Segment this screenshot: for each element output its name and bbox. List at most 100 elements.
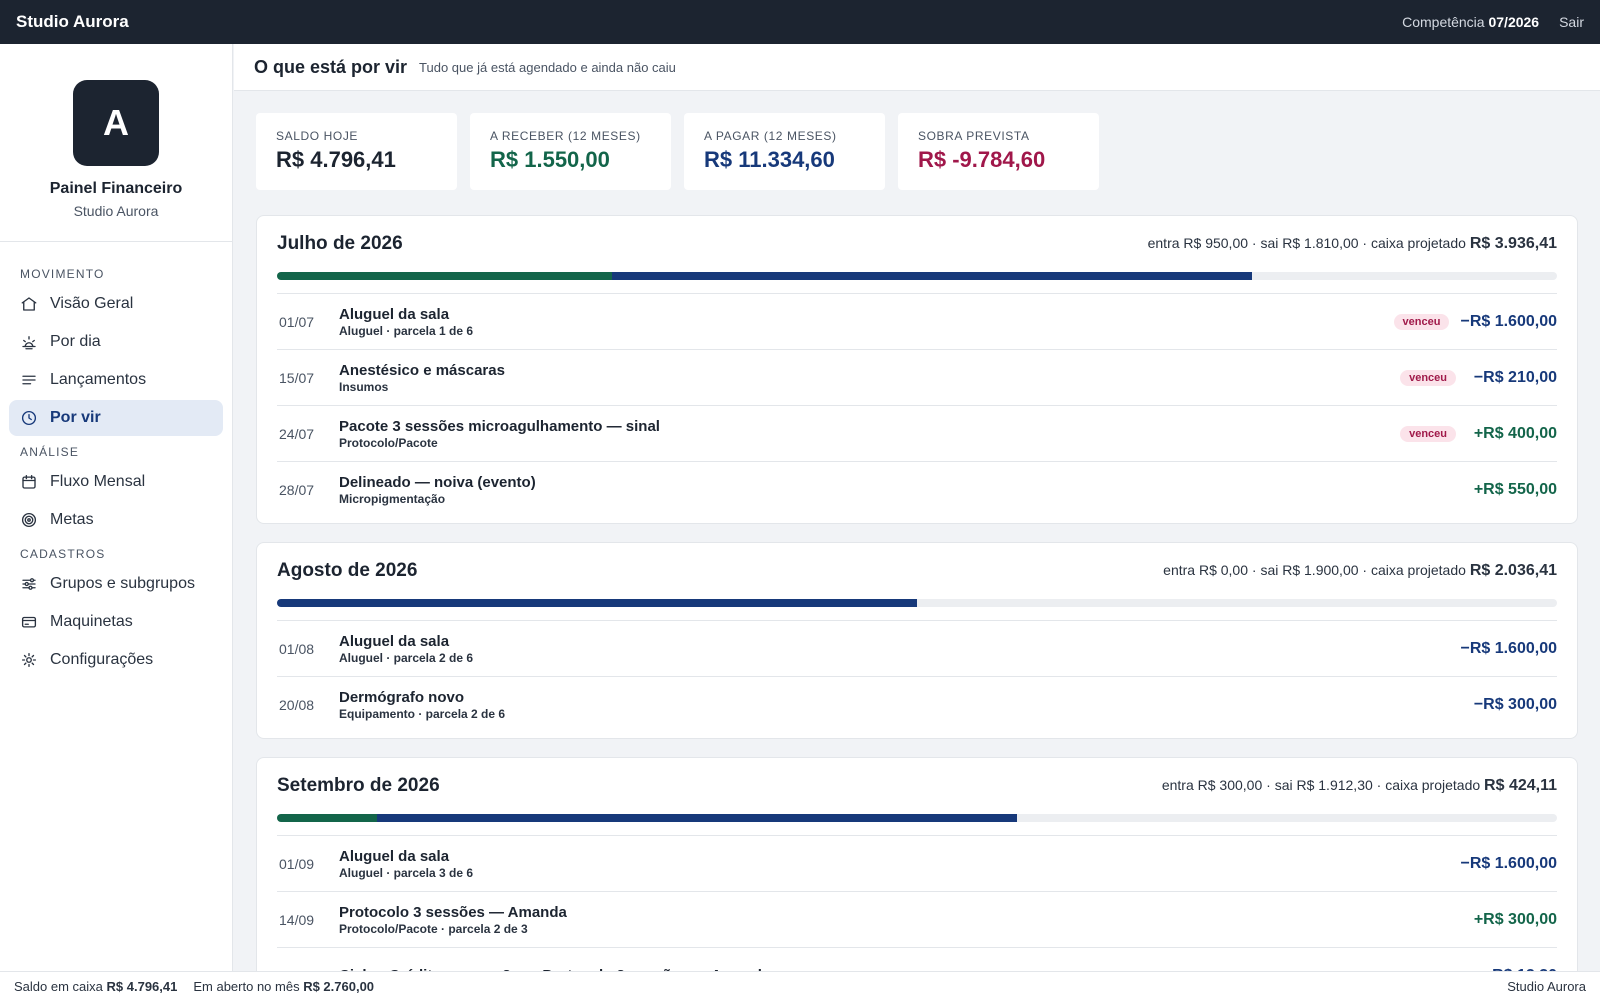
item-title: Aluguel da sala [339, 847, 450, 865]
sidebar-item-por-vir[interactable]: Por vir [9, 400, 223, 436]
month-title: Agosto de 2026 [277, 560, 418, 581]
page-title: O que está por vir [254, 56, 408, 77]
list-item[interactable]: 24/07 Pacote 3 sessões microagulhamento —… [277, 405, 1557, 461]
stat-card: A PAGAR (12 MESES) R$ 11.334,60 [684, 113, 885, 190]
stat-value: R$ -9.784,60 [918, 147, 1046, 172]
footer-saldo-value: R$ 4.796,41 [106, 978, 178, 994]
item-date: 01/09 [279, 855, 315, 872]
item-date: 01/08 [279, 640, 315, 657]
month-title: Setembro de 2026 [277, 775, 440, 796]
competencia[interactable]: Competência 07/2026 [1402, 14, 1539, 30]
footer-saldo-label: Saldo em caixa [14, 978, 103, 994]
month-projected-balance: R$ 3.936,41 [1469, 235, 1557, 252]
item-info: Aluguel da sala Aluguel · parcela 1 de 6 [339, 306, 1394, 338]
footer-aberto-value: R$ 2.760,00 [303, 978, 375, 994]
item-amount: −R$ 1.600,00 [1460, 854, 1557, 872]
sidebar-item-grupos-e-subgrupos[interactable]: Grupos e subgrupos [9, 566, 223, 602]
month-header: Julho de 2026 entra R$ 950,00 · sai R$ 1.… [277, 216, 1557, 272]
sidebar-item-metas[interactable]: Metas [9, 502, 223, 538]
item-info: Protocolo 3 sessões — Amanda Protocolo/Pa… [339, 904, 1467, 936]
list-item[interactable]: 20/08 Dermógrafo novo Equipamento · parcel… [277, 676, 1557, 732]
upcoming-list: Julho de 2026 entra R$ 950,00 · sai R$ 1.… [256, 215, 1578, 971]
competencia-label: Competência [1402, 14, 1485, 30]
profile-title: Painel Financeiro [49, 180, 183, 197]
item-amount: −R$ 300,00 [1473, 695, 1557, 713]
item-category: Insumos [339, 379, 389, 394]
month-projected-balance: R$ 2.036,41 [1469, 562, 1557, 579]
month-projected-balance: R$ 424,11 [1484, 777, 1557, 794]
gear-icon [20, 651, 38, 669]
sidebar-item-fluxo-mensal[interactable]: Fluxo Mensal [9, 464, 223, 500]
list-item[interactable]: 01/08 Aluguel da sala Aluguel · parcela 2 … [277, 620, 1557, 676]
item-info: Aluguel da sala Aluguel · parcela 2 de 6 [339, 633, 1460, 665]
sunrise-icon [20, 333, 38, 351]
list-item[interactable]: 15/07 Anestésico e máscaras Insumos venceu −… [277, 349, 1557, 405]
item-category: Micropigmentação [339, 491, 446, 506]
footer-aberto-label: Em aberto no mês [193, 978, 300, 994]
item-date: 28/07 [279, 481, 315, 498]
status-badge: venceu [1400, 369, 1456, 386]
app-brand: Studio Aurora [16, 12, 129, 31]
list-item[interactable]: 01/09 Aluguel da sala Aluguel · parcela 3 … [277, 835, 1557, 891]
month-summary: entra R$ 0,00 · sai R$ 1.900,00 · caixa … [1163, 562, 1557, 580]
item-title: Dermógrafo novo [339, 688, 465, 706]
avatar: A [73, 80, 159, 166]
sidebar-item-label: Por vir [50, 409, 101, 426]
expense-bar-segment [376, 814, 1017, 822]
sidebar-item-label: Lançamentos [50, 371, 147, 388]
month-card: Setembro de 2026 entra R$ 300,00 · sai R$… [256, 757, 1578, 971]
sidebar-item-label: Maquinetas [50, 613, 133, 630]
item-amount: −R$ 1.600,00 [1460, 312, 1557, 330]
sidebar-item-label: Metas [50, 511, 94, 528]
item-title: Aluguel da sala [339, 632, 450, 650]
item-category: Equipamento · parcela 2 de 6 [339, 706, 506, 721]
list-item[interactable]: 28/07 Delineado — noiva (evento) Micropigm… [277, 461, 1557, 517]
sidebar-item-label: Configurações [50, 651, 154, 668]
stat-label: SOBRA PREVISTA [918, 129, 1030, 143]
month-summary-text: entra R$ 300,00 · sai R$ 1.912,30 · caix… [1161, 777, 1481, 793]
top-bar-right: Competência 07/2026 Sair [1402, 14, 1584, 30]
expense-bar-segment [277, 599, 917, 607]
sidebar-nav: MOVIMENTO Visão Geral Por dia Lançamentos Po… [0, 264, 232, 678]
item-category: Protocolo/Pacote · parcela 2 de 3 [339, 921, 528, 936]
item-category: Aluguel · parcela 3 de 6 [339, 865, 474, 880]
item-info: Aluguel da sala Aluguel · parcela 3 de 6 [339, 848, 1460, 880]
nav-section-label: ANÁLISE [20, 445, 80, 459]
status-badge: venceu [1393, 313, 1450, 330]
status-bar: Saldo em caixa R$ 4.796,41 Em aberto no … [0, 971, 1600, 1000]
month-summary: entra R$ 950,00 · sai R$ 1.810,00 · caix… [1148, 235, 1557, 253]
target-icon [20, 511, 38, 529]
stat-value: R$ 1.550,00 [490, 147, 610, 172]
sidebar-item-visao-geral[interactable]: Visão Geral [9, 286, 223, 322]
item-title: Aluguel da sala [339, 305, 450, 323]
footer-brand: Studio Aurora [1507, 978, 1586, 994]
item-date: 24/07 [279, 425, 315, 442]
sidebar-item-maquinetas[interactable]: Maquinetas [9, 604, 223, 640]
list-item[interactable]: 01/07 Aluguel da sala Aluguel · parcela 1 … [277, 293, 1557, 349]
nav-section-label: MOVIMENTO [20, 267, 105, 281]
logout-link[interactable]: Sair [1559, 14, 1584, 30]
month-header: Setembro de 2026 entra R$ 300,00 · sai R$… [277, 758, 1557, 814]
sidebar-item-lancamentos[interactable]: Lançamentos [9, 362, 223, 398]
income-bar-segment [277, 272, 613, 280]
item-info: Delineado — noiva (evento) Micropigmentaç… [339, 474, 1467, 506]
month-flow-bar [277, 599, 1557, 607]
item-title: Delineado — noiva (evento) [339, 473, 536, 491]
profile-org: Studio Aurora [73, 203, 159, 219]
sidebar-item-configuracoes[interactable]: Configurações [9, 642, 223, 678]
item-info: Dermógrafo novo Equipamento · parcela 2 d… [339, 689, 1467, 721]
item-title: Anestésico e máscaras [339, 361, 505, 379]
list-icon [20, 371, 38, 389]
sidebar-item-label: Por dia [50, 333, 101, 350]
month-card: Julho de 2026 entra R$ 950,00 · sai R$ 1.… [256, 215, 1578, 524]
item-date: 15/07 [279, 369, 315, 386]
sidebar-item-por-dia[interactable]: Por dia [9, 324, 223, 360]
list-item[interactable]: 14/09 Protocolo 3 sessões — Amanda Protoco… [277, 891, 1557, 947]
sidebar: A Painel Financeiro Studio Aurora MOVIME… [0, 44, 233, 971]
month-header: Agosto de 2026 entra R$ 0,00 · sai R$ 1.9… [277, 543, 1557, 599]
footer-aberto: Em aberto no mês R$ 2.760,00 [193, 979, 374, 994]
clock-icon [20, 409, 38, 427]
sidebar-item-label: Visão Geral [50, 295, 134, 312]
month-summary-text: entra R$ 950,00 · sai R$ 1.810,00 · caix… [1147, 235, 1466, 251]
list-item[interactable]: 14/09Cielo · Crédito a prazo 3x — Protoc… [277, 947, 1557, 971]
